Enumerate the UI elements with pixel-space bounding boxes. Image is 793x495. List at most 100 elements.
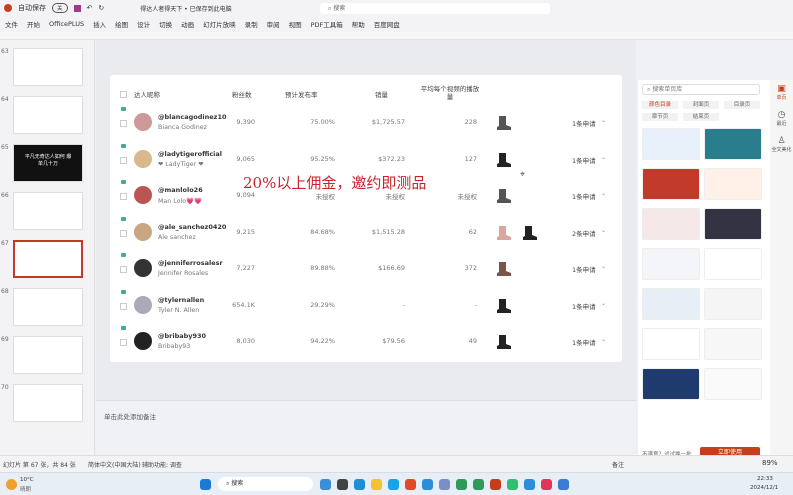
taskbar-app-icon[interactable] bbox=[524, 479, 535, 490]
menu-item[interactable]: 幻灯片放映 bbox=[203, 19, 236, 29]
row-checkbox[interactable] bbox=[120, 156, 127, 164]
taskbar-app-icon[interactable] bbox=[422, 479, 433, 490]
menu-item[interactable]: 帮助 bbox=[352, 19, 365, 29]
taskbar-app-icon[interactable] bbox=[388, 479, 399, 490]
header-avg-views[interactable]: 平均每个视频的播放量 bbox=[420, 85, 480, 101]
header-name[interactable]: 达人昵称 bbox=[134, 89, 160, 99]
taskbar-app-icon[interactable] bbox=[456, 479, 467, 490]
taskbar-app-icon[interactable] bbox=[354, 479, 365, 490]
template-search-input[interactable]: ⌕ 搜索单页库 bbox=[642, 84, 760, 95]
template-card[interactable] bbox=[642, 208, 700, 240]
chevron-down-icon[interactable]: ⌄ bbox=[601, 263, 606, 270]
menu-item[interactable]: 动画 bbox=[181, 19, 194, 29]
template-card[interactable] bbox=[642, 328, 700, 360]
template-card[interactable] bbox=[642, 288, 700, 320]
slide[interactable]: 达人昵称 粉丝数 预计发布率 销量 平均每个视频的播放量 @blancagodi… bbox=[110, 75, 622, 362]
autosave-toggle[interactable]: 关 bbox=[52, 3, 68, 13]
request-count[interactable]: 1条申请 bbox=[572, 191, 596, 201]
save-icon[interactable] bbox=[73, 4, 81, 12]
template-card[interactable] bbox=[704, 368, 762, 400]
avatar[interactable] bbox=[134, 332, 152, 350]
taskbar-app-icon[interactable] bbox=[558, 479, 569, 490]
menu-item[interactable]: 文件 bbox=[5, 19, 18, 29]
taskbar-app-icon[interactable] bbox=[507, 479, 518, 490]
request-count[interactable]: 1条申请 bbox=[572, 155, 596, 165]
menu-item[interactable]: 视图 bbox=[289, 19, 302, 29]
template-card[interactable] bbox=[704, 328, 762, 360]
header-fans[interactable]: 粉丝数 bbox=[232, 89, 252, 99]
taskbar-app-icon[interactable] bbox=[371, 479, 382, 490]
row-checkbox[interactable] bbox=[120, 193, 127, 200]
avatar[interactable] bbox=[134, 222, 152, 241]
notes-pane[interactable]: 单击此处添加备注 bbox=[96, 400, 636, 455]
side-tab[interactable]: ▣ 单页 bbox=[770, 84, 793, 101]
header-sales[interactable]: 销量 bbox=[375, 89, 388, 99]
notes-toggle[interactable]: 备注 bbox=[612, 460, 624, 469]
template-card[interactable] bbox=[642, 168, 700, 200]
template-card[interactable] bbox=[704, 288, 762, 320]
menu-item[interactable]: 开始 bbox=[27, 19, 40, 29]
creator-handle[interactable]: @blancagodinez10 bbox=[158, 113, 227, 121]
template-card[interactable] bbox=[642, 128, 700, 160]
filter-chip[interactable]: 结束页 bbox=[683, 113, 719, 121]
menu-item[interactable]: 百度网盘 bbox=[374, 19, 400, 29]
product-boot-image[interactable] bbox=[494, 150, 512, 168]
product-boot-image[interactable] bbox=[494, 113, 512, 131]
slide-thumbnail[interactable] bbox=[13, 240, 83, 278]
menu-item[interactable]: 审阅 bbox=[267, 19, 280, 29]
template-card[interactable] bbox=[704, 208, 762, 240]
avatar[interactable] bbox=[134, 186, 152, 204]
avatar[interactable] bbox=[134, 295, 152, 314]
product-boot-image[interactable] bbox=[494, 186, 512, 204]
avatar[interactable] bbox=[134, 149, 152, 168]
language-status[interactable]: 简体中文(中国大陆) bbox=[88, 460, 141, 469]
notes-placeholder[interactable]: 单击此处添加备注 bbox=[104, 411, 156, 421]
slide-thumbnail[interactable] bbox=[13, 48, 83, 86]
clock-date[interactable]: 2024/12/1 bbox=[750, 485, 778, 491]
redo-icon[interactable]: ↻ bbox=[98, 4, 104, 12]
row-checkbox[interactable] bbox=[120, 302, 127, 310]
chevron-down-icon[interactable]: ⌄ bbox=[601, 190, 606, 197]
slide-thumbnails-panel[interactable]: 63 64 65 平凡无奇达人如何 爆单几十万 66 67 68 69 70 bbox=[0, 40, 95, 455]
slide-thumbnail[interactable] bbox=[13, 384, 83, 422]
chevron-down-icon[interactable]: ⌄ bbox=[601, 154, 606, 161]
request-count[interactable]: 1条申请 bbox=[572, 264, 596, 274]
request-count[interactable]: 1条申请 bbox=[572, 118, 596, 128]
creator-handle[interactable]: @ladytigerofficial bbox=[158, 150, 222, 158]
clock-time[interactable]: 22:33 bbox=[757, 476, 773, 482]
slide-thumbnail[interactable] bbox=[13, 192, 83, 230]
slide-thumbnail[interactable] bbox=[13, 288, 83, 326]
creator-handle[interactable]: @tylernallen bbox=[158, 296, 204, 304]
request-count[interactable]: 2条申请 bbox=[572, 228, 596, 238]
taskbar-app-icon[interactable] bbox=[337, 479, 348, 490]
request-count[interactable]: 1条申请 bbox=[572, 301, 596, 311]
start-icon[interactable] bbox=[200, 479, 211, 490]
weather-temp[interactable]: 10°C bbox=[20, 477, 34, 483]
product-boot-image[interactable] bbox=[494, 332, 512, 350]
menu-item[interactable]: 插入 bbox=[93, 19, 106, 29]
product-boot-image[interactable] bbox=[494, 259, 512, 277]
creator-handle[interactable]: @manlolo26 bbox=[158, 186, 203, 194]
filter-chip[interactable]: 目录页 bbox=[724, 101, 760, 109]
taskbar-search[interactable]: ⌕ 搜索 bbox=[218, 477, 313, 491]
row-checkbox[interactable] bbox=[120, 339, 127, 346]
chevron-down-icon[interactable]: ⌄ bbox=[601, 117, 606, 124]
creator-handle[interactable]: @ale_sanchez0420 bbox=[158, 223, 226, 231]
filter-chip[interactable]: 颜色目录 bbox=[642, 101, 678, 109]
filter-chip[interactable]: 封面页 bbox=[683, 101, 719, 109]
slide-thumbnail[interactable] bbox=[13, 96, 83, 134]
menu-item[interactable]: OfficePLUS bbox=[49, 20, 84, 28]
side-tab[interactable]: ♙ 全文美化 bbox=[770, 136, 793, 153]
product-boot-image[interactable] bbox=[494, 223, 512, 241]
menu-item[interactable]: 切换 bbox=[159, 19, 172, 29]
creator-handle[interactable]: @jenniferrosalesr bbox=[158, 259, 223, 267]
row-checkbox[interactable] bbox=[120, 266, 127, 273]
template-card[interactable] bbox=[704, 128, 762, 160]
weather-icon[interactable] bbox=[6, 479, 17, 490]
slide-thumbnail[interactable]: 平凡无奇达人如何 爆单几十万 bbox=[13, 144, 83, 182]
template-card[interactable] bbox=[704, 248, 762, 280]
menu-item[interactable]: 录制 bbox=[245, 19, 258, 29]
undo-icon[interactable]: ↶ bbox=[87, 4, 93, 12]
product-boot-image[interactable] bbox=[494, 296, 512, 314]
menu-item[interactable]: PDF工具箱 bbox=[311, 19, 343, 29]
